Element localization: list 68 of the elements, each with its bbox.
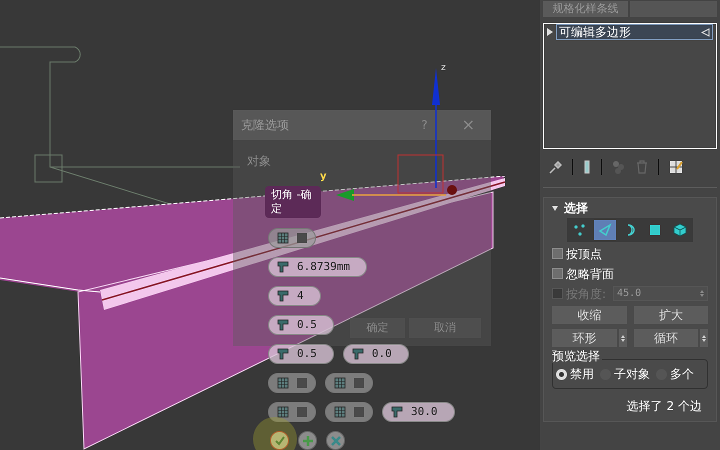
radio-label: 禁用	[570, 366, 594, 383]
vertex-icon	[573, 223, 587, 237]
grid-icon	[277, 406, 289, 418]
plus-icon	[302, 434, 314, 446]
selection-status: 选择了 2 个边	[626, 398, 702, 415]
grid-icon	[277, 377, 289, 389]
selection-button[interactable]: 收缩	[552, 306, 626, 324]
z-axis-label: z	[441, 64, 446, 73]
caddy-toggle-button[interactable]	[325, 373, 373, 393]
spinner-arrows-icon[interactable]	[618, 329, 626, 347]
chamfer-icon	[277, 290, 289, 302]
toggle-square-icon	[297, 378, 307, 388]
caddy-value-field[interactable]: 0.5	[268, 344, 334, 364]
y-axis-label: y	[320, 172, 327, 182]
toggle-square-icon	[297, 407, 307, 417]
checkbox-label: 按顶点	[566, 246, 602, 262]
toggle-square-icon	[297, 233, 307, 243]
check-icon	[274, 434, 286, 446]
toggle-square-icon	[354, 407, 364, 417]
spinner-arrows-icon[interactable]	[700, 329, 708, 347]
caddy-value-field[interactable]: 0.0	[342, 344, 409, 364]
close-icon	[330, 434, 342, 446]
square-icon	[648, 223, 662, 237]
rollout-title[interactable]: 选择	[564, 199, 588, 217]
grid-icon	[334, 406, 346, 418]
modifier-stack-list[interactable]: 可编辑多边形	[543, 23, 717, 149]
checkbox-label: 忽略背面	[566, 266, 614, 282]
loop-button[interactable]: 环形	[552, 329, 616, 347]
checkbox[interactable]	[552, 268, 563, 279]
collapse-arrow-icon[interactable]	[552, 206, 558, 210]
chamfer-icon	[352, 348, 364, 360]
test-tube-icon[interactable]	[583, 160, 591, 174]
triangle-icon	[598, 223, 612, 237]
caddy-title[interactable]: 切角 -确定	[265, 186, 321, 218]
caddy-value-field[interactable]: 0.5	[268, 315, 334, 335]
chamfer-icon	[391, 406, 403, 418]
caddy-value-field[interactable]: 30.0	[382, 402, 454, 422]
caddy-toggle-button[interactable]	[268, 402, 316, 422]
configure-icon[interactable]	[669, 160, 683, 174]
pin-icon[interactable]	[549, 160, 562, 174]
caddy-toggle-button[interactable]	[268, 228, 316, 248]
x-axis-handle	[446, 184, 458, 196]
chamfer-icon	[277, 319, 289, 331]
toggle-square-icon	[354, 378, 364, 388]
spinner-arrows-icon[interactable]	[700, 290, 704, 297]
section-label: 对象	[247, 153, 272, 170]
apply-button[interactable]	[298, 431, 317, 450]
caddy-toggle-button[interactable]	[325, 402, 373, 422]
ok-button[interactable]	[270, 431, 289, 450]
triangle-left-icon	[701, 28, 710, 36]
grid-icon	[277, 232, 289, 244]
caddy-value-field[interactable]: 6.8739mm	[268, 257, 367, 277]
cancel-button[interactable]	[326, 431, 345, 450]
loop-button[interactable]: 循环	[634, 329, 698, 347]
chamfer-icon	[277, 261, 289, 273]
group-title: 预览选择	[550, 349, 602, 363]
selection-button[interactable]: 扩大	[634, 306, 708, 324]
radio-label: 子对象	[614, 366, 650, 383]
cube-icon	[673, 223, 687, 237]
dialog-title: 克隆选项	[241, 117, 290, 134]
checkbox[interactable]	[552, 248, 563, 259]
radio-button[interactable]	[556, 368, 567, 380]
chamfer-icon	[277, 348, 289, 360]
radio-label: 多个	[670, 366, 694, 383]
caddy-value-field[interactable]: 4	[268, 286, 321, 306]
plane-handle-outline	[397, 154, 444, 194]
caddy-toggle-button[interactable]	[268, 373, 316, 393]
grid-icon	[334, 377, 346, 389]
